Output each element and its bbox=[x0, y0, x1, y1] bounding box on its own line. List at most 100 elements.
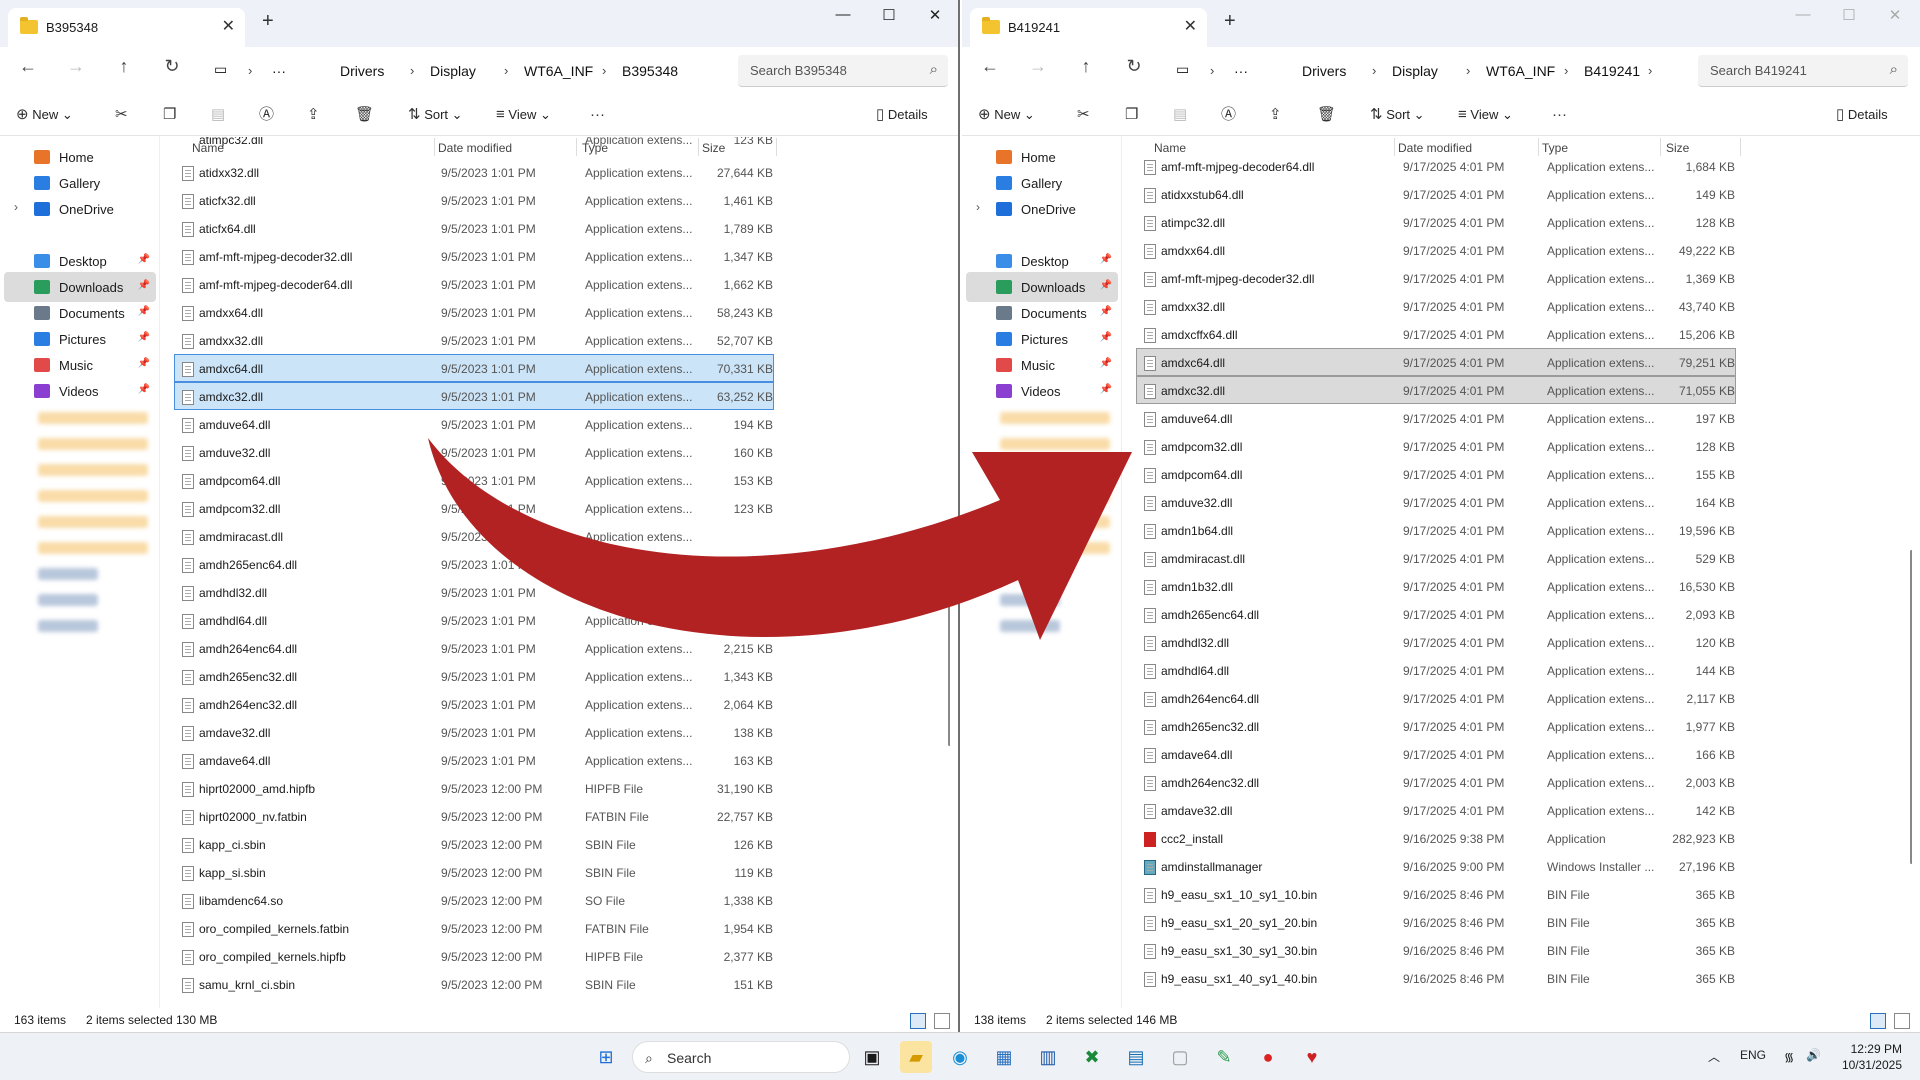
refresh-button[interactable]: ↻ bbox=[1120, 56, 1148, 77]
chevron-up-icon[interactable]: ︿ bbox=[1708, 1048, 1720, 1065]
delete-button[interactable]: 🗑 bbox=[1317, 103, 1336, 127]
table-row[interactable]: amdmiracast.dll 9/5/2023 1:01 PM Applicati… bbox=[174, 522, 774, 550]
back-button[interactable]: ← bbox=[14, 56, 42, 77]
table-row[interactable]: amdxx64.dll 9/17/2025 4:01 PM Application … bbox=[1136, 236, 1736, 264]
table-row[interactable]: amdh265enc64.dll 9/5/2023 1:01 PM Applicat… bbox=[174, 550, 774, 578]
table-row[interactable]: amdxx32.dll 9/17/2025 4:01 PM Application … bbox=[1136, 292, 1736, 320]
table-row[interactable]: amdh264enc32.dll 9/17/2025 4:01 PM Applica… bbox=[1136, 768, 1736, 796]
details-pane-button[interactable]: ▯ Details bbox=[876, 103, 928, 127]
refresh-button[interactable]: ↻ bbox=[158, 56, 186, 77]
details-view-button[interactable] bbox=[910, 1013, 926, 1029]
maximize-button[interactable]: ☐ bbox=[874, 6, 904, 24]
breadcrumb-more[interactable]: ··· bbox=[272, 63, 286, 79]
table-row[interactable]: amdh264enc64.dll 9/17/2025 4:01 PM Applica… bbox=[1136, 684, 1736, 712]
table-row[interactable]: amdxcffx64.dll 9/17/2025 4:01 PM Applicati… bbox=[1136, 320, 1736, 348]
forward-button[interactable]: → bbox=[62, 56, 90, 77]
breadcrumb-item[interactable]: WT6A_INF bbox=[524, 63, 593, 79]
breadcrumb-more[interactable]: ··· bbox=[1234, 63, 1248, 79]
paste-button[interactable]: ▤ bbox=[1173, 103, 1187, 127]
table-row[interactable]: amdn1b32.dll 9/17/2025 4:01 PM Application… bbox=[1136, 572, 1736, 600]
sidebar-item-videos[interactable]: Videos 📌 bbox=[966, 376, 1118, 406]
maximize-button[interactable]: ☐ bbox=[1834, 6, 1864, 24]
details-view-button[interactable] bbox=[1870, 1013, 1886, 1029]
heartbeat-icon[interactable]: ♥ bbox=[1296, 1041, 1328, 1073]
sidebar-item-onedrive[interactable]: › OneDrive bbox=[4, 194, 156, 224]
rename-button[interactable]: Ⓐ bbox=[259, 103, 274, 127]
table-row[interactable]: amdh265enc32.dll 9/5/2023 1:01 PM Applicat… bbox=[174, 662, 774, 690]
breadcrumb-item[interactable]: Display bbox=[430, 63, 476, 79]
store-icon[interactable]: ▦ bbox=[988, 1041, 1020, 1073]
table-row-partial[interactable]: atimpc32.dll Application extens... 123 KB bbox=[174, 136, 774, 154]
breadcrumb-item[interactable]: Display bbox=[1392, 63, 1438, 79]
table-row[interactable]: amdhdl64.dll 9/17/2025 4:01 PM Application… bbox=[1136, 656, 1736, 684]
table-row[interactable]: amdxc32.dll 9/17/2025 4:01 PM Application … bbox=[1136, 376, 1736, 404]
task-view-icon[interactable]: ▣ bbox=[856, 1041, 888, 1073]
new-tab-button[interactable]: + bbox=[1224, 10, 1236, 33]
table-row[interactable]: amdh264enc64.dll 9/5/2023 1:01 PM Applicat… bbox=[174, 634, 774, 662]
chevron-right-icon[interactable]: › bbox=[976, 200, 980, 214]
language-indicator[interactable]: ENG bbox=[1740, 1048, 1766, 1062]
xbox-icon[interactable]: ✖ bbox=[1076, 1041, 1108, 1073]
table-row[interactable]: amdave64.dll 9/17/2025 4:01 PM Application… bbox=[1136, 740, 1736, 768]
table-row[interactable]: aticfx64.dll 9/5/2023 1:01 PM Application … bbox=[174, 214, 774, 242]
table-row[interactable]: amduve32.dll 9/17/2025 4:01 PM Application… bbox=[1136, 488, 1736, 516]
close-tab-icon[interactable]: ✕ bbox=[222, 16, 235, 36]
table-row[interactable]: amduve64.dll 9/5/2023 1:01 PM Application … bbox=[174, 410, 774, 438]
chevron-right-icon[interactable]: › bbox=[14, 200, 18, 214]
breadcrumb-item[interactable]: B395348 bbox=[622, 63, 678, 79]
feather-icon[interactable]: ✎ bbox=[1208, 1041, 1240, 1073]
computer-icon[interactable]: ▭ bbox=[1176, 61, 1189, 78]
copy-button[interactable]: ❐ bbox=[163, 103, 176, 127]
clock[interactable]: 12:29 PM 10/31/2025 bbox=[1842, 1041, 1902, 1073]
table-row[interactable]: amdhdl32.dll 9/5/2023 1:01 PM Application … bbox=[174, 578, 774, 606]
table-row[interactable]: amdpcom64.dll 9/17/2025 4:01 PM Applicatio… bbox=[1136, 460, 1736, 488]
copy-button[interactable]: ❐ bbox=[1125, 103, 1138, 127]
table-row[interactable]: oro_compiled_kernels.hipfb 9/5/2023 12:00… bbox=[174, 942, 774, 970]
table-row[interactable]: amdpcom64.dll 9/5/2023 1:01 PM Application… bbox=[174, 466, 774, 494]
table-row[interactable]: amdpcom32.dll 9/17/2025 4:01 PM Applicatio… bbox=[1136, 432, 1736, 460]
table-row[interactable]: amf-mft-mjpeg-decoder64.dll 9/5/2023 1:01… bbox=[174, 270, 774, 298]
table-row[interactable]: amdave32.dll 9/17/2025 4:01 PM Application… bbox=[1136, 796, 1736, 824]
table-row[interactable]: amdave32.dll 9/5/2023 1:01 PM Application … bbox=[174, 718, 774, 746]
table-row[interactable]: h9_easu_sx1_30_sy1_30.bin 9/16/2025 8:46 … bbox=[1136, 936, 1736, 964]
table-row[interactable]: amf-mft-mjpeg-decoder64.dll 9/17/2025 4:0… bbox=[1136, 152, 1736, 180]
table-row[interactable]: libamdenc64.so 9/5/2023 12:00 PM SO File 1,… bbox=[174, 886, 774, 914]
paste-button[interactable]: ▤ bbox=[211, 103, 225, 127]
table-row[interactable]: atidxx32.dll 9/5/2023 1:01 PM Application … bbox=[174, 158, 774, 186]
breadcrumb-item[interactable]: Drivers bbox=[340, 63, 384, 79]
up-button[interactable]: ↑ bbox=[1072, 56, 1100, 77]
wifi-icon[interactable]: ᯾ bbox=[1784, 1048, 1794, 1065]
table-row[interactable]: amdhdl32.dll 9/17/2025 4:01 PM Application… bbox=[1136, 628, 1736, 656]
new-button[interactable]: ⊕ New ⌄ bbox=[978, 103, 1035, 127]
new-tab-button[interactable]: + bbox=[262, 10, 274, 33]
breadcrumb-item[interactable]: B419241 bbox=[1584, 63, 1640, 79]
rename-button[interactable]: Ⓐ bbox=[1221, 103, 1236, 127]
share-button[interactable]: ⇪ bbox=[307, 103, 320, 127]
minimize-button[interactable]: — bbox=[828, 6, 858, 23]
table-row[interactable]: amdxc32.dll 9/5/2023 1:01 PM Application e… bbox=[174, 382, 774, 410]
table-row[interactable]: amdh265enc32.dll 9/17/2025 4:01 PM Applica… bbox=[1136, 712, 1736, 740]
table-row[interactable]: amdn1b64.dll 9/17/2025 4:01 PM Application… bbox=[1136, 516, 1736, 544]
table-row[interactable]: amf-mft-mjpeg-decoder32.dll 9/17/2025 4:0… bbox=[1136, 264, 1736, 292]
table-row[interactable]: ccc2_install 9/16/2025 9:38 PM Application… bbox=[1136, 824, 1736, 852]
table-row[interactable]: oro_compiled_kernels.fatbin 9/5/2023 12:0… bbox=[174, 914, 774, 942]
table-row[interactable]: amdinstallmanager 9/16/2025 9:00 PM Window… bbox=[1136, 852, 1736, 880]
vertical-scrollbar[interactable] bbox=[948, 586, 950, 746]
table-row[interactable]: amdxc64.dll 9/5/2023 1:01 PM Application e… bbox=[174, 354, 774, 382]
table-row[interactable]: aticfx32.dll 9/5/2023 1:01 PM Application … bbox=[174, 186, 774, 214]
up-button[interactable]: ↑ bbox=[110, 56, 138, 77]
search-input[interactable]: Search B419241 ⌕ bbox=[1698, 55, 1908, 87]
more-options-button[interactable]: ··· bbox=[590, 103, 605, 127]
table-row[interactable]: amdpcom32.dll 9/5/2023 1:01 PM Application… bbox=[174, 494, 774, 522]
table-row[interactable]: h9_easu_sx1_10_sy1_10.bin 9/16/2025 8:46 … bbox=[1136, 880, 1736, 908]
volume-icon[interactable]: 🔊 bbox=[1806, 1048, 1821, 1062]
minimize-button[interactable]: — bbox=[1788, 6, 1818, 23]
cut-button[interactable]: ✂ bbox=[115, 103, 128, 127]
close-window-button[interactable]: ✕ bbox=[1880, 6, 1910, 24]
table-row[interactable]: amdave64.dll 9/5/2023 1:01 PM Application … bbox=[174, 746, 774, 774]
monitor-app-icon[interactable]: ▤ bbox=[1120, 1041, 1152, 1073]
table-row[interactable]: kapp_si.sbin 9/5/2023 12:00 PM SBIN File 11… bbox=[174, 858, 774, 886]
table-row[interactable]: amdh264enc32.dll 9/5/2023 1:01 PM Applicat… bbox=[174, 690, 774, 718]
table-row[interactable]: hiprt02000_amd.hipfb 9/5/2023 12:00 PM HIP… bbox=[174, 774, 774, 802]
tiles-view-button[interactable] bbox=[934, 1013, 950, 1029]
